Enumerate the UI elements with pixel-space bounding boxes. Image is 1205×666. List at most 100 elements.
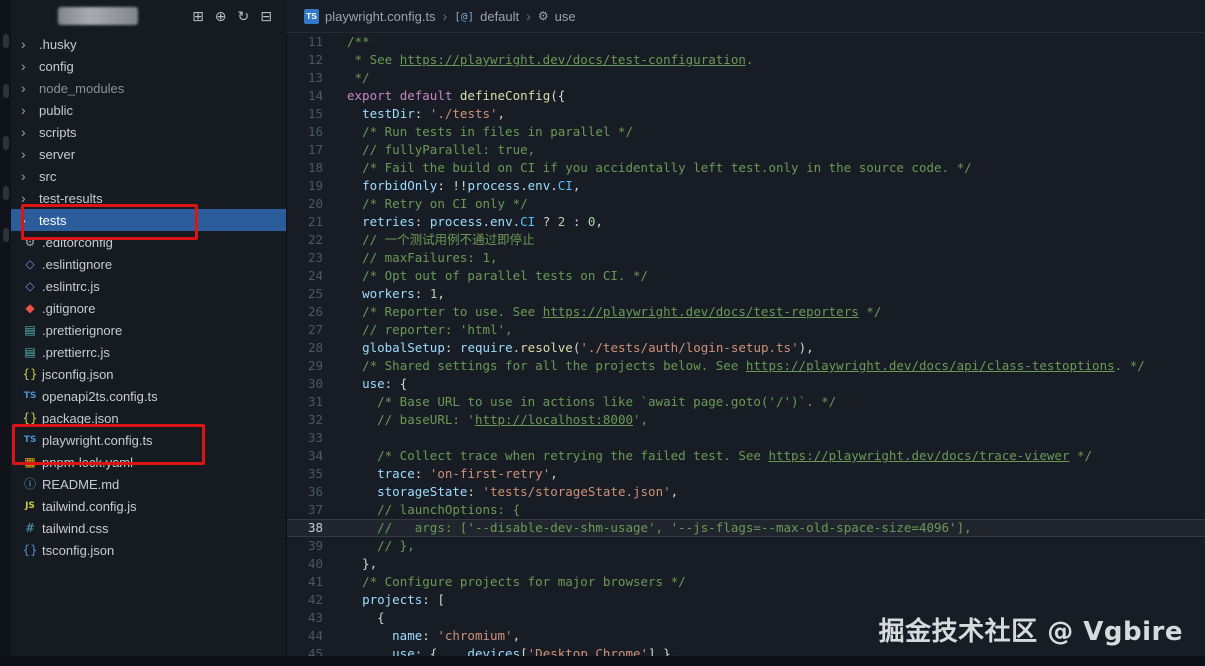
file-item-.eslintignore[interactable]: ◇ .eslintignore	[11, 253, 286, 275]
file-item-.prettierignore[interactable]: ▤ .prettierignore	[11, 319, 286, 341]
file-item-tailwind.config.js[interactable]: JS tailwind.config.js	[11, 495, 286, 517]
code-line-19[interactable]: 19 forbidOnly: !!process.env.CI,	[287, 177, 1205, 195]
line-number[interactable]: 12	[287, 51, 323, 69]
code-text: use: { ...devices['Desktop Chrome'] },	[392, 646, 679, 656]
line-number[interactable]: 18	[287, 159, 323, 177]
file-item-pnpm-lock.yaml[interactable]: ▦ pnpm-lock.yaml	[11, 451, 286, 473]
line-number[interactable]: 21	[287, 213, 323, 231]
line-number[interactable]: 11	[287, 33, 323, 51]
file-item-playwright.config.ts[interactable]: TS playwright.config.ts	[11, 429, 286, 451]
breadcrumb-member[interactable]: use	[555, 9, 576, 24]
code-line-30[interactable]: 30 use: {	[287, 375, 1205, 393]
line-number[interactable]: 40	[287, 555, 323, 573]
item-label: pnpm-lock.yaml	[42, 454, 134, 470]
code-line-29[interactable]: 29 /* Shared settings for all the projec…	[287, 357, 1205, 375]
code-line-35[interactable]: 35 trace: 'on-first-retry',	[287, 465, 1205, 483]
code-line-20[interactable]: 20 /* Retry on CI only */	[287, 195, 1205, 213]
line-number[interactable]: 22	[287, 231, 323, 249]
code-line-39[interactable]: 39 // },	[287, 537, 1205, 555]
line-number[interactable]: 17	[287, 141, 323, 159]
line-number[interactable]: 34	[287, 447, 323, 465]
code-line-24[interactable]: 24 /* Opt out of parallel tests on CI. *…	[287, 267, 1205, 285]
code-line-25[interactable]: 25 workers: 1,	[287, 285, 1205, 303]
folder-item-tests[interactable]: › tests	[11, 209, 286, 231]
line-number[interactable]: 33	[287, 429, 323, 447]
line-number[interactable]: 27	[287, 321, 323, 339]
line-number[interactable]: 20	[287, 195, 323, 213]
file-item-.eslintrc.js[interactable]: ◇ .eslintrc.js	[11, 275, 286, 297]
code-line-16[interactable]: 16 /* Run tests in files in parallel */	[287, 123, 1205, 141]
line-number[interactable]: 35	[287, 465, 323, 483]
folder-item-public[interactable]: › public	[11, 99, 286, 121]
breadcrumb-symbol[interactable]: default	[480, 9, 519, 24]
line-number[interactable]: 25	[287, 285, 323, 303]
code-line-17[interactable]: 17 // fullyParallel: true,	[287, 141, 1205, 159]
code-line-42[interactable]: 42 projects: [	[287, 591, 1205, 609]
line-number[interactable]: 24	[287, 267, 323, 285]
new-folder-icon[interactable]: ⊕	[215, 10, 227, 24]
file-item-.prettierrc.js[interactable]: ▤ .prettierrc.js	[11, 341, 286, 363]
line-number[interactable]: 14	[287, 87, 323, 105]
file-item-.editorconfig[interactable]: ⚙ .editorconfig	[11, 231, 286, 253]
line-number[interactable]: 44	[287, 627, 323, 645]
folder-item-test-results[interactable]: › test-results	[11, 187, 286, 209]
code-line-14[interactable]: 14 export default defineConfig({	[287, 87, 1205, 105]
line-number[interactable]: 32	[287, 411, 323, 429]
code-line-31[interactable]: 31 /* Base URL to use in actions like `a…	[287, 393, 1205, 411]
file-item-package.json[interactable]: {} package.json	[11, 407, 286, 429]
file-item-tailwind.css[interactable]: # tailwind.css	[11, 517, 286, 539]
line-number[interactable]: 41	[287, 573, 323, 591]
code-line-32[interactable]: 32 // baseURL: 'http://localhost:8000',	[287, 411, 1205, 429]
file-item-.gitignore[interactable]: ◆ .gitignore	[11, 297, 286, 319]
collapse-folders-icon[interactable]: ⊟	[260, 10, 272, 24]
code-line-27[interactable]: 27 // reporter: 'html',	[287, 321, 1205, 339]
code-line-18[interactable]: 18 /* Fail the build on CI if you accide…	[287, 159, 1205, 177]
line-number[interactable]: 15	[287, 105, 323, 123]
code-line-22[interactable]: 22 // 一个测试用例不通过即停止	[287, 231, 1205, 249]
code-line-41[interactable]: 41 /* Configure projects for major brows…	[287, 573, 1205, 591]
folder-item-scripts[interactable]: › scripts	[11, 121, 286, 143]
line-number[interactable]: 13	[287, 69, 323, 87]
file-item-jsconfig.json[interactable]: {} jsconfig.json	[11, 363, 286, 385]
line-number[interactable]: 26	[287, 303, 323, 321]
code-line-11[interactable]: 11 /**	[287, 33, 1205, 51]
line-number[interactable]: 23	[287, 249, 323, 267]
code-line-26[interactable]: 26 /* Reporter to use. See https://playw…	[287, 303, 1205, 321]
folder-item-server[interactable]: › server	[11, 143, 286, 165]
folder-item-config[interactable]: › config	[11, 55, 286, 77]
line-number[interactable]: 31	[287, 393, 323, 411]
code-line-23[interactable]: 23 // maxFailures: 1,	[287, 249, 1205, 267]
file-item-README.md[interactable]: ⓘ README.md	[11, 473, 286, 495]
folder-item-node_modules[interactable]: › node_modules	[11, 77, 286, 99]
code-line-36[interactable]: 36 storageState: 'tests/storageState.jso…	[287, 483, 1205, 501]
breadcrumb-file[interactable]: playwright.config.ts	[325, 9, 436, 24]
code-line-13[interactable]: 13 */	[287, 69, 1205, 87]
line-number[interactable]: 16	[287, 123, 323, 141]
line-number[interactable]: 36	[287, 483, 323, 501]
code-line-28[interactable]: 28 globalSetup: require.resolve('./tests…	[287, 339, 1205, 357]
file-item-openapi2ts.config.ts[interactable]: TS openapi2ts.config.ts	[11, 385, 286, 407]
folder-item-src[interactable]: › src	[11, 165, 286, 187]
folder-item-.husky[interactable]: › .husky	[11, 33, 286, 55]
line-number[interactable]: 43	[287, 609, 323, 627]
new-file-icon[interactable]: ⊞	[192, 10, 204, 24]
line-number[interactable]: 38	[287, 519, 323, 537]
code-line-34[interactable]: 34 /* Collect trace when retrying the fa…	[287, 447, 1205, 465]
code-line-33[interactable]: 33	[287, 429, 1205, 447]
code-line-15[interactable]: 15 testDir: './tests',	[287, 105, 1205, 123]
line-number[interactable]: 30	[287, 375, 323, 393]
line-number[interactable]: 39	[287, 537, 323, 555]
line-number[interactable]: 37	[287, 501, 323, 519]
code-line-21[interactable]: 21 retries: process.env.CI ? 2 : 0,	[287, 213, 1205, 231]
line-number[interactable]: 29	[287, 357, 323, 375]
code-line-12[interactable]: 12 * See https://playwright.dev/docs/tes…	[287, 51, 1205, 69]
line-number[interactable]: 42	[287, 591, 323, 609]
line-number[interactable]: 45	[287, 645, 323, 656]
code-line-37[interactable]: 37 // launchOptions: {	[287, 501, 1205, 519]
line-number[interactable]: 19	[287, 177, 323, 195]
line-number[interactable]: 28	[287, 339, 323, 357]
code-line-40[interactable]: 40 },	[287, 555, 1205, 573]
code-line-38[interactable]: 38 // args: ['--disable-dev-shm-usage', …	[287, 519, 1205, 537]
file-item-tsconfig.json[interactable]: {} tsconfig.json	[11, 539, 286, 561]
refresh-explorer-icon[interactable]: ↻	[238, 10, 250, 24]
